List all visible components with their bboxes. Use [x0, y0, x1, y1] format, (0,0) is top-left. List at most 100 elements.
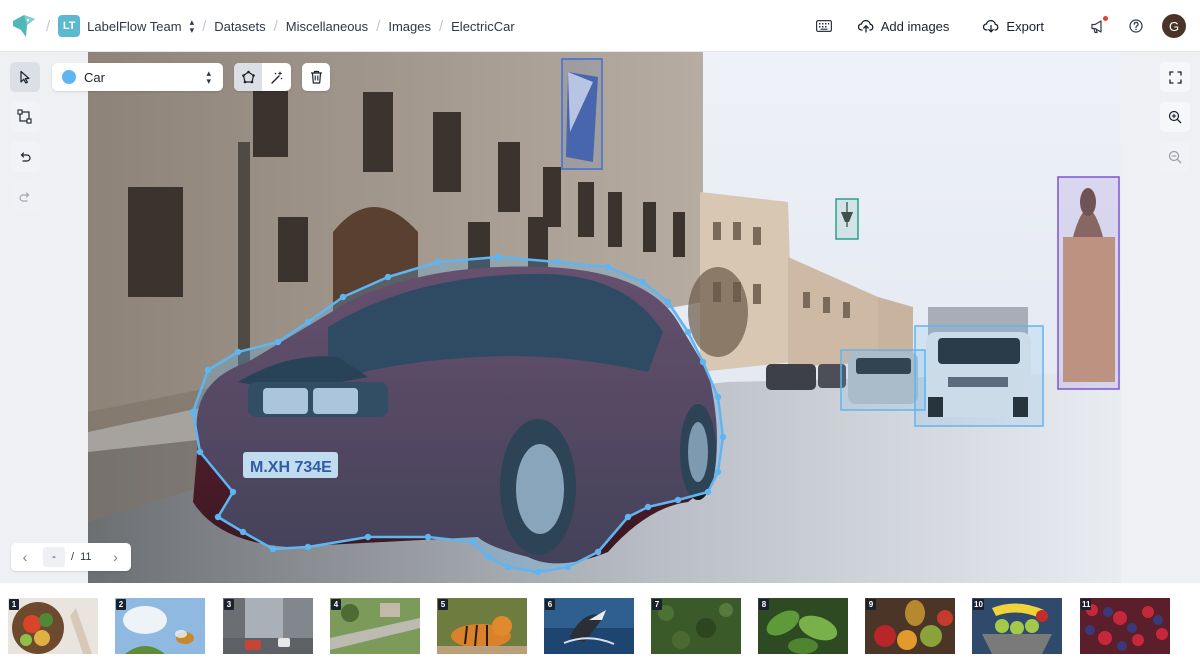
polygon-vertex-handle[interactable] [714, 393, 722, 401]
polygon-vertex-handle[interactable] [534, 568, 542, 576]
thumbnail-whale-image [544, 598, 634, 654]
polygon-vertex-handle[interactable] [204, 366, 212, 374]
polygon-vertex-handle[interactable] [704, 488, 712, 496]
current-image-input[interactable]: - [43, 547, 65, 567]
drawing-mode-group [234, 63, 291, 91]
keyboard-shortcuts-button[interactable] [810, 12, 838, 40]
thumbnail-tiger-image [437, 598, 527, 654]
polygon-vertex-handle[interactable] [189, 408, 197, 416]
breadcrumb-image: ElectricCar [451, 18, 515, 34]
redo-button[interactable] [10, 182, 40, 212]
polygon-vertex-handle[interactable] [719, 433, 727, 441]
labelflow-logo-icon[interactable] [11, 13, 37, 39]
gallery-thumbnail[interactable]: 5 [437, 598, 527, 654]
delete-button[interactable] [302, 63, 330, 91]
previous-image-button[interactable]: ‹ [11, 543, 39, 571]
polygon-vertex-handle[interactable] [269, 545, 277, 553]
polygon-vertex-handle[interactable] [214, 513, 222, 521]
trash-icon [310, 70, 322, 84]
class-selector[interactable]: Car ▴ ▾ [52, 63, 223, 91]
polygon-vertex-handle[interactable] [484, 553, 492, 561]
polygon-vertex-handle[interactable] [554, 258, 562, 266]
breadcrumb-images[interactable]: Images [388, 19, 431, 34]
whats-new-button[interactable] [1084, 12, 1112, 40]
magic-wand-mode-button[interactable] [262, 63, 290, 91]
gallery-thumbnail[interactable]: 11 [1080, 598, 1170, 654]
thumbnail-number: 7 [652, 599, 662, 610]
polygon-vertex-handle[interactable] [434, 258, 442, 266]
car-bounding-box[interactable] [840, 349, 926, 411]
thumbnail-number: 9 [866, 599, 876, 610]
thumbnail-bee-image [115, 598, 205, 654]
polygon-vertex-handle[interactable] [239, 528, 247, 536]
gallery-thumbnail[interactable]: 6 [544, 598, 634, 654]
polygon-vertex-handle[interactable] [234, 348, 242, 356]
polygon-vertex-handle[interactable] [304, 543, 312, 551]
gallery-thumbnail[interactable]: 3 [223, 598, 313, 654]
polygon-vertex-handle[interactable] [604, 263, 612, 271]
gallery-thumbnail[interactable]: 4 [330, 598, 420, 654]
polygon-vertex-handle[interactable] [684, 328, 692, 336]
breadcrumb-datasets[interactable]: Datasets [214, 19, 265, 34]
thumbnail-berries-image [1080, 598, 1170, 654]
fullscreen-button[interactable] [1160, 62, 1190, 92]
polygon-vertex-handle[interactable] [639, 278, 647, 286]
polygon-vertex-handle[interactable] [699, 358, 707, 366]
add-images-label: Add images [880, 18, 950, 34]
polygon-vertex-handle[interactable] [494, 253, 502, 261]
polygon-vertex-handle[interactable] [384, 273, 392, 281]
polygon-vertex-handle[interactable] [714, 468, 722, 476]
thumbnail-fruit-basket-image [972, 598, 1062, 654]
polygon-vertex-handle[interactable] [674, 496, 682, 504]
team-selector[interactable]: LT LabelFlow Team ▴ ▾ [58, 15, 194, 37]
gallery-thumbnail[interactable]: 1 [8, 598, 98, 654]
undo-button[interactable] [10, 142, 40, 172]
suv-bounding-box[interactable] [914, 325, 1044, 427]
upload-cloud-icon [857, 19, 874, 33]
flag-bounding-box[interactable] [561, 58, 603, 170]
selection-tool-button[interactable] [10, 62, 40, 92]
polygon-vertex-handle[interactable] [304, 318, 312, 326]
polygon-vertex-handle[interactable] [594, 548, 602, 556]
bounding-box-tool-button[interactable] [10, 102, 40, 132]
polygon-mode-button[interactable] [234, 63, 262, 91]
polygon-vertex-handle[interactable] [624, 513, 632, 521]
polygon-vertex-handle[interactable] [364, 533, 372, 541]
polygon-vertex-handle[interactable] [644, 503, 652, 511]
polygon-vertex-handle[interactable] [504, 563, 512, 571]
polygon-vertex-handle[interactable] [274, 338, 282, 346]
breadcrumb-dataset[interactable]: Miscellaneous [286, 19, 368, 34]
polygon-vertex-handle[interactable] [469, 538, 477, 546]
help-button[interactable] [1122, 12, 1150, 40]
polygon-vertex-handle[interactable] [229, 488, 237, 496]
polygon-vertex-handle[interactable] [564, 563, 572, 571]
polygon-vertex-handle[interactable] [664, 298, 672, 306]
export-button[interactable]: Export [983, 19, 1044, 34]
gallery-thumbnail[interactable]: 7 [651, 598, 741, 654]
annotated-image[interactable]: M.XH 734E [88, 52, 1121, 583]
chevron-updown-icon: ▴ ▾ [189, 17, 195, 35]
image-pager: ‹ - / 11 › [11, 543, 131, 571]
tower-bounding-box[interactable] [1057, 176, 1120, 390]
polygon-vertex-handle[interactable] [424, 533, 432, 541]
gallery-thumbnail[interactable]: 8 [758, 598, 848, 654]
class-color-dot [62, 70, 76, 84]
next-image-button[interactable]: › [101, 543, 129, 571]
chevron-right-icon: › [113, 549, 118, 565]
thumbnail-leaves-image [758, 598, 848, 654]
polygon-vertex-handle[interactable] [339, 293, 347, 301]
zoom-in-button[interactable] [1160, 102, 1190, 132]
thumbnail-number: 2 [116, 599, 126, 610]
avatar[interactable]: G [1162, 14, 1186, 38]
annotation-canvas[interactable]: M.XH 734E Car ▴ ▾ ‹ - / 11 › [0, 52, 1200, 583]
help-icon [1129, 19, 1143, 33]
lamp-bounding-box[interactable] [835, 198, 859, 240]
polygon-vertex-handle[interactable] [196, 448, 204, 456]
gallery-thumbnail[interactable]: 10 [972, 598, 1062, 654]
zoom-out-button[interactable] [1160, 142, 1190, 172]
thumbnail-forest-image [651, 598, 741, 654]
add-images-button[interactable]: Add images [857, 18, 950, 34]
gallery-thumbnail[interactable]: 9 [865, 598, 955, 654]
gallery-thumbnail[interactable]: 2 [115, 598, 205, 654]
thumbnail-number: 4 [331, 599, 341, 610]
